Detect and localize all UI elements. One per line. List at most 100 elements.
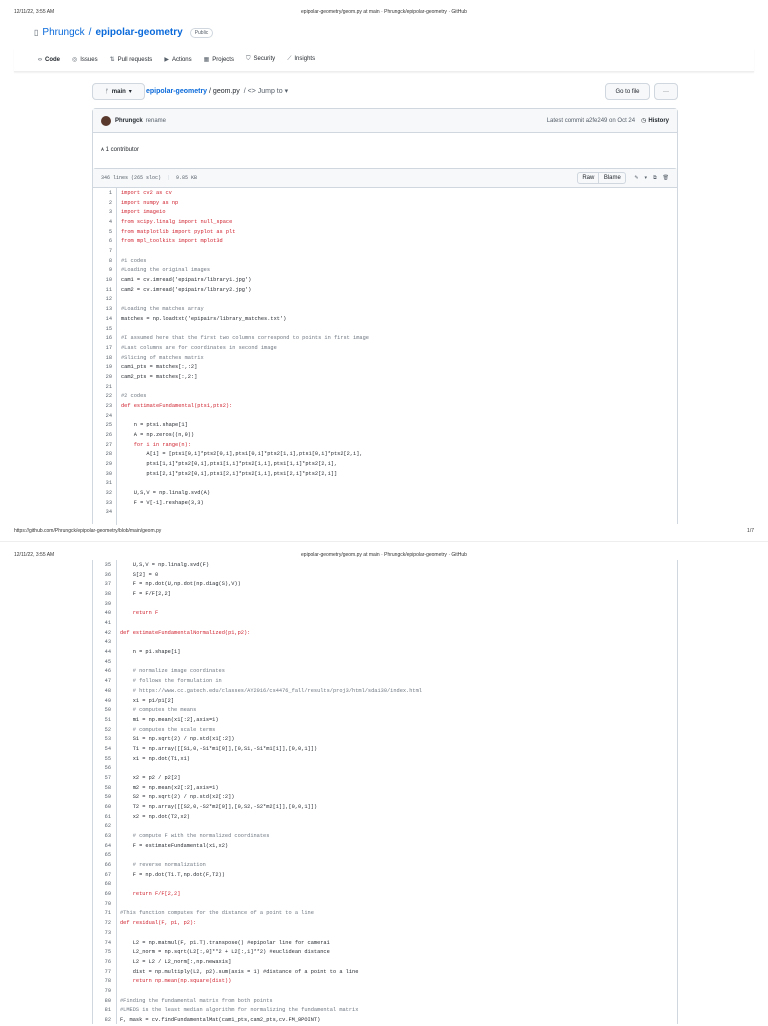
line-number[interactable]: 11 <box>93 286 112 296</box>
tab-pull-requests[interactable]: ⇅ Pull requests <box>110 56 153 63</box>
more-options-button[interactable]: ··· <box>654 83 678 100</box>
line-number[interactable]: 71 <box>92 909 111 919</box>
line-number[interactable]: 38 <box>92 590 111 600</box>
branch-select[interactable]: ᚠ main ▾ <box>92 83 145 100</box>
line-number[interactable]: 16 <box>93 334 112 344</box>
copy-icon[interactable]: ⧉ <box>653 175 657 181</box>
line-number[interactable]: 51 <box>92 716 111 726</box>
line-number[interactable]: 29 <box>93 460 112 470</box>
line-number[interactable]: 1 <box>93 189 112 199</box>
line-number[interactable]: 37 <box>92 580 111 590</box>
line-number[interactable]: 35 <box>92 561 111 571</box>
tab-security[interactable]: ⛉ Security <box>246 56 275 63</box>
line-number[interactable]: 56 <box>92 764 111 774</box>
line-number[interactable]: 73 <box>92 929 111 939</box>
edit-icon[interactable]: ✎ <box>634 175 638 181</box>
commit-message[interactable]: rename <box>146 118 166 124</box>
line-number[interactable]: 61 <box>92 813 111 823</box>
line-number[interactable]: 20 <box>93 373 112 383</box>
line-number[interactable]: 28 <box>93 450 112 460</box>
line-number[interactable]: 59 <box>92 793 111 803</box>
line-number[interactable]: 10 <box>93 276 112 286</box>
line-number[interactable]: 75 <box>92 948 111 958</box>
line-number[interactable]: 47 <box>92 677 111 687</box>
line-number[interactable]: 54 <box>92 745 111 755</box>
line-number[interactable]: 62 <box>92 822 111 832</box>
chevron-down-icon[interactable]: ▾ <box>645 175 648 181</box>
line-number[interactable]: 39 <box>92 600 111 610</box>
line-number[interactable]: 21 <box>93 383 112 393</box>
line-number[interactable]: 17 <box>93 344 112 354</box>
contributors[interactable]: ᴀ 1 contributor <box>93 133 677 167</box>
line-number[interactable]: 9 <box>93 266 112 276</box>
line-number[interactable]: 19 <box>93 363 112 373</box>
go-to-file-button[interactable]: Go to file <box>605 83 650 100</box>
line-number[interactable]: 45 <box>92 658 111 668</box>
line-number[interactable]: 24 <box>93 412 112 422</box>
line-number[interactable]: 82 <box>92 1016 111 1026</box>
line-number[interactable]: 67 <box>92 871 111 881</box>
jump-to-button[interactable]: / <> Jump to ▾ <box>244 88 288 95</box>
line-number[interactable]: 2 <box>93 199 112 209</box>
line-number[interactable]: 8 <box>93 257 112 267</box>
tab-code[interactable]: ‹› Code <box>38 57 60 63</box>
tab-issues[interactable]: ◎ Issues <box>72 56 98 63</box>
line-number[interactable]: 41 <box>92 619 111 629</box>
line-number[interactable]: 33 <box>93 499 112 509</box>
line-number[interactable]: 43 <box>92 638 111 648</box>
line-number[interactable]: 81 <box>92 1006 111 1016</box>
line-number[interactable]: 60 <box>92 803 111 813</box>
line-number[interactable]: 53 <box>92 735 111 745</box>
repo-owner-link[interactable]: Phrungck <box>42 27 84 38</box>
line-number[interactable]: 4 <box>93 218 112 228</box>
line-number[interactable]: 74 <box>92 939 111 949</box>
line-number[interactable]: 42 <box>92 629 111 639</box>
line-number[interactable]: 36 <box>92 571 111 581</box>
blame-button[interactable]: Blame <box>599 172 627 184</box>
tab-actions[interactable]: ▶ Actions <box>164 56 191 63</box>
tab-insights[interactable]: ⟋ Insights <box>287 56 315 63</box>
trash-icon[interactable]: 🗑 <box>663 175 669 181</box>
breadcrumb-repo-link[interactable]: epipolar-geometry <box>146 88 207 95</box>
line-number[interactable]: 25 <box>93 421 112 431</box>
line-number[interactable]: 77 <box>92 968 111 978</box>
line-number[interactable]: 3 <box>93 208 112 218</box>
line-number[interactable]: 66 <box>92 861 111 871</box>
line-number[interactable]: 78 <box>92 977 111 987</box>
line-number[interactable]: 5 <box>93 228 112 238</box>
line-number[interactable]: 34 <box>93 508 112 518</box>
line-number[interactable]: 18 <box>93 354 112 364</box>
line-number[interactable]: 80 <box>92 997 111 1007</box>
line-number[interactable]: 46 <box>92 667 111 677</box>
repo-name-link[interactable]: epipolar-geometry <box>95 27 182 38</box>
line-number[interactable]: 63 <box>92 832 111 842</box>
line-number[interactable]: 23 <box>93 402 112 412</box>
line-number[interactable]: 13 <box>93 305 112 315</box>
line-number[interactable]: 27 <box>93 441 112 451</box>
tab-projects[interactable]: ▦ Projects <box>204 56 234 63</box>
latest-commit[interactable]: Latest commit a2fe249 on Oct 24 <box>547 118 635 124</box>
line-number[interactable]: 31 <box>93 479 112 489</box>
line-number[interactable]: 52 <box>92 726 111 736</box>
line-number[interactable]: 12 <box>93 295 112 305</box>
line-number[interactable]: 55 <box>92 755 111 765</box>
line-number[interactable]: 22 <box>93 392 112 402</box>
line-number[interactable]: 79 <box>92 987 111 997</box>
line-number[interactable]: 44 <box>92 648 111 658</box>
line-number[interactable]: 14 <box>93 315 112 325</box>
line-number[interactable]: 70 <box>92 900 111 910</box>
commit-author[interactable]: Phrungck <box>115 118 143 124</box>
line-number[interactable]: 64 <box>92 842 111 852</box>
line-number[interactable]: 48 <box>92 687 111 697</box>
raw-button[interactable]: Raw <box>577 172 600 184</box>
line-number[interactable]: 69 <box>92 890 111 900</box>
history-link[interactable]: History <box>648 118 669 124</box>
line-number[interactable]: 32 <box>93 489 112 499</box>
line-number[interactable]: 40 <box>92 609 111 619</box>
line-number[interactable]: 30 <box>93 470 112 480</box>
line-number[interactable]: 68 <box>92 880 111 890</box>
line-number[interactable]: 76 <box>92 958 111 968</box>
line-number[interactable]: 65 <box>92 851 111 861</box>
line-number[interactable]: 58 <box>92 784 111 794</box>
line-number[interactable]: 7 <box>93 247 112 257</box>
